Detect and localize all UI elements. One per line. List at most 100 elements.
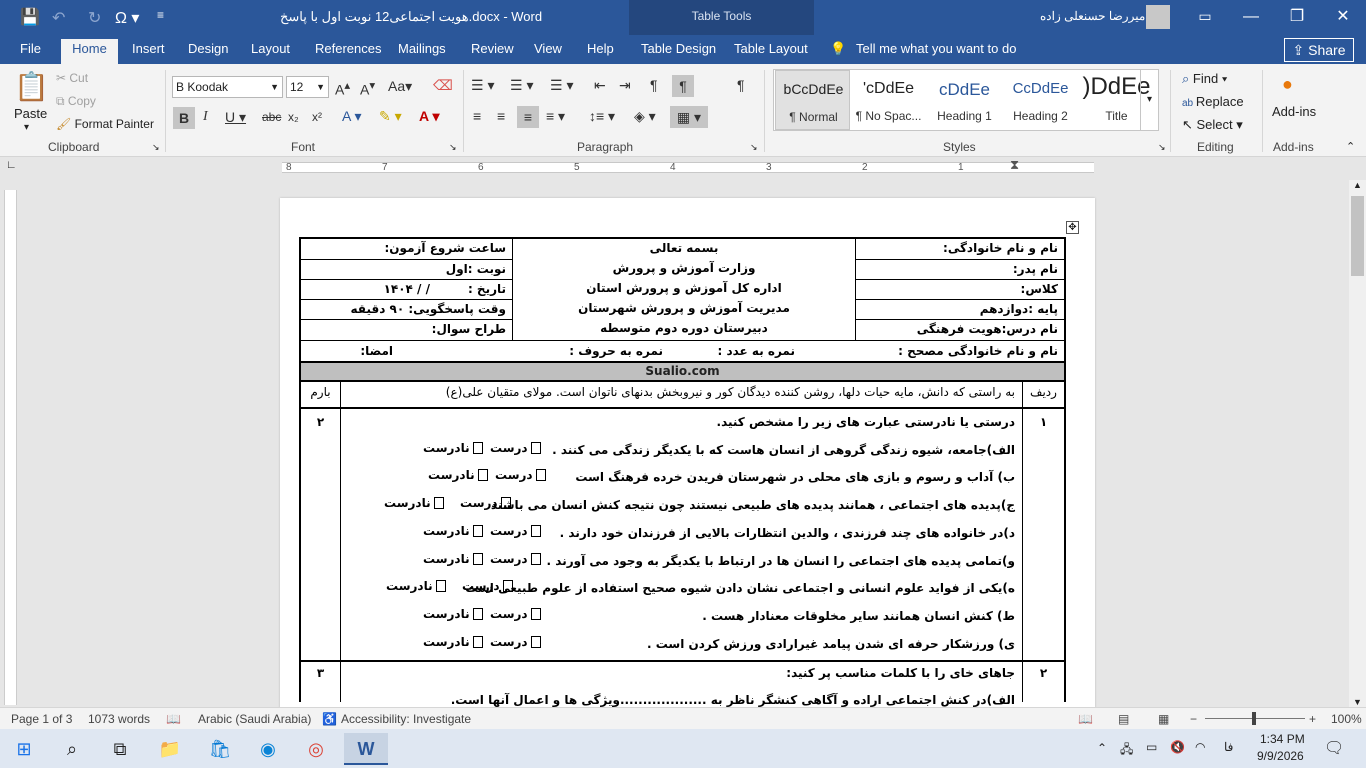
store-icon[interactable]: 🛍 — [198, 733, 242, 765]
undo-icon[interactable]: ↶ — [52, 8, 65, 28]
vertical-scrollbar[interactable]: ▲ ▼ — [1349, 180, 1366, 707]
style-no-spacing[interactable]: 'cDdEe ¶ No Spac... — [851, 70, 926, 130]
font-color-icon[interactable]: A ▾ — [419, 108, 440, 125]
false-option[interactable]: نادرست — [423, 635, 486, 649]
tab-mailings[interactable]: Mailings — [398, 41, 446, 56]
customize-quick-access-icon[interactable]: ≡ — [157, 8, 164, 22]
ruler-track[interactable]: 8 7 6 5 4 3 2 1 ⧗ — [282, 157, 1094, 173]
ltr-direction-icon[interactable]: ¶ — [650, 77, 658, 93]
style-normal[interactable]: bCcDdEe ¶ Normal — [775, 70, 850, 130]
tray-chevron-icon[interactable]: ⌃ — [1097, 741, 1107, 755]
volume-muted-icon[interactable]: 🔇 — [1170, 740, 1185, 754]
read-mode-icon[interactable]: 📖 — [1078, 712, 1093, 726]
italic-icon[interactable]: I — [203, 109, 208, 125]
checkbox[interactable] — [433, 497, 444, 509]
web-layout-icon[interactable]: ▦ — [1158, 712, 1169, 726]
zoom-level[interactable]: 100% — [1331, 712, 1362, 726]
checkbox[interactable] — [530, 636, 541, 648]
document-page[interactable]: ✥ نام و نام خانوادگی: نام پدر: کلاس: پای… — [280, 198, 1095, 708]
false-option[interactable]: نادرست — [423, 607, 486, 621]
print-layout-icon[interactable]: ▤ — [1118, 712, 1129, 726]
decrease-indent-icon[interactable]: ⇤ — [594, 77, 606, 94]
zoom-in-icon[interactable]: + — [1309, 712, 1316, 726]
false-option[interactable]: نادرست — [423, 441, 486, 455]
true-option[interactable]: درست — [490, 441, 544, 455]
find-button[interactable]: ⌕ Find ▾ — [1182, 71, 1227, 87]
table-move-handle-icon[interactable]: ✥ — [1066, 221, 1079, 234]
shrink-font-icon[interactable]: A▾ — [360, 78, 375, 98]
styles-launcher-icon[interactable]: ↘ — [1158, 142, 1166, 153]
collapse-ribbon-icon[interactable]: ⌃ — [1346, 140, 1355, 153]
tab-review[interactable]: Review — [471, 41, 514, 56]
checkbox[interactable] — [472, 636, 483, 648]
zoom-out-icon[interactable]: − — [1190, 712, 1197, 726]
false-option[interactable]: نادرست — [384, 496, 447, 510]
false-option[interactable]: نادرست — [386, 579, 449, 593]
superscript-icon[interactable]: x² — [312, 110, 322, 124]
paste-button[interactable]: Paste — [14, 106, 47, 121]
task-view-icon[interactable]: ⧉ — [98, 733, 142, 765]
checkbox[interactable] — [472, 608, 483, 620]
checkbox[interactable] — [472, 553, 483, 565]
tab-layout[interactable]: Layout — [251, 41, 290, 56]
bold-icon[interactable]: B — [173, 107, 195, 129]
chrome-icon[interactable]: ◎ — [294, 733, 338, 765]
styles-more-icon[interactable]: ▾ — [1140, 70, 1158, 130]
scroll-down-icon[interactable]: ▼ — [1349, 697, 1366, 707]
font-size-combo[interactable]: 12 ▼ — [286, 76, 329, 98]
proofing-icon[interactable]: 📖 — [166, 712, 181, 726]
checkbox[interactable] — [435, 580, 446, 592]
checkbox[interactable] — [502, 580, 513, 592]
true-option[interactable]: درست — [490, 524, 544, 538]
style-heading-2[interactable]: CcDdEe Heading 2 — [1003, 70, 1078, 130]
minimize-button[interactable]: — — [1228, 0, 1274, 35]
numbering-icon[interactable]: ☰ ▾ — [510, 77, 533, 94]
tab-table-design[interactable]: Table Design — [641, 41, 716, 56]
network-icon[interactable]: 🖧 — [1120, 740, 1133, 761]
tab-selector-icon[interactable]: ∟ — [6, 159, 17, 171]
clock-time[interactable]: 1:34 PM — [1260, 732, 1305, 746]
paragraph-launcher-icon[interactable]: ↘ — [750, 142, 758, 153]
tab-view[interactable]: View — [534, 41, 562, 56]
avatar[interactable] — [1146, 5, 1170, 29]
checkbox[interactable] — [500, 497, 511, 509]
rtl-direction-icon[interactable]: ¶ — [672, 75, 694, 97]
checkbox[interactable] — [530, 442, 541, 454]
search-icon[interactable]: ⌕ — [50, 733, 94, 765]
multilevel-list-icon[interactable]: ☰ ▾ — [550, 77, 573, 94]
checkbox[interactable] — [472, 525, 483, 537]
font-launcher-icon[interactable]: ↘ — [449, 142, 457, 153]
file-explorer-icon[interactable]: 📁 — [148, 733, 192, 765]
grow-font-icon[interactable]: A▴ — [335, 78, 350, 98]
accessibility-status[interactable]: Accessibility: Investigate — [341, 712, 471, 726]
bullets-icon[interactable]: ☰ ▾ — [471, 77, 494, 94]
tab-insert[interactable]: Insert — [132, 41, 165, 56]
true-option[interactable]: درست — [462, 579, 516, 593]
checkbox[interactable] — [472, 442, 483, 454]
battery-icon[interactable]: ▭ — [1146, 740, 1157, 754]
true-option[interactable]: درست — [490, 635, 544, 649]
close-button[interactable]: ✕ — [1320, 0, 1366, 35]
tab-design[interactable]: Design — [188, 41, 228, 56]
checkbox[interactable] — [530, 608, 541, 620]
tab-references[interactable]: References — [315, 41, 381, 56]
clear-formatting-icon[interactable]: ⌫ — [433, 77, 453, 94]
style-heading-1[interactable]: cDdEe Heading 1 — [927, 70, 1002, 130]
restore-button[interactable]: ❐ — [1274, 0, 1320, 35]
clock-date[interactable]: 9/9/2026 — [1257, 749, 1304, 763]
omega-symbol-icon[interactable]: Ω ▾ — [115, 8, 139, 28]
word-count[interactable]: 1073 words — [88, 712, 150, 726]
addins-icon[interactable]: ● — [1282, 74, 1293, 95]
tab-file[interactable]: File — [20, 41, 41, 56]
scrollbar-thumb[interactable] — [1351, 196, 1364, 276]
tab-home[interactable]: Home — [61, 39, 118, 64]
input-language[interactable]: فا — [1224, 740, 1233, 754]
align-left-icon[interactable]: ≡ — [473, 108, 481, 124]
font-name-combo[interactable]: B Koodak ▼ — [172, 76, 283, 98]
false-option[interactable]: نادرست — [423, 552, 486, 566]
true-option[interactable]: درست — [460, 496, 514, 510]
format-painter-button[interactable]: 🖌 Format Painter — [56, 117, 154, 131]
word-app-icon[interactable]: W — [344, 733, 388, 765]
zoom-slider-thumb[interactable] — [1252, 712, 1256, 725]
indent-marker-icon[interactable]: ⧗ — [1010, 157, 1019, 173]
